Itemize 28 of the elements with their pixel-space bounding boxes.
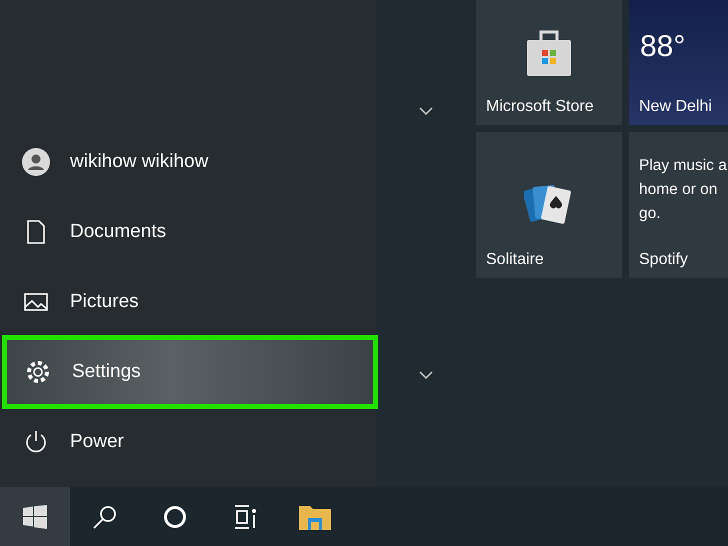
user-avatar-icon [22,148,50,176]
temperature: 88° [640,30,686,64]
chevron-down-icon[interactable] [419,106,433,116]
weather-tile[interactable]: 88° New Delhi [629,0,728,125]
app-tile[interactable]: Microsoft Store [476,0,622,125]
menu-item[interactable]: Pictures [0,267,376,337]
menu-item[interactable]: Settings [2,335,378,409]
tile-label: New Delhi [639,98,713,116]
tile-label: Solitaire [486,251,545,269]
app-tile[interactable]: Play music a home or on go. Spotify [629,132,728,278]
menu-item[interactable]: wikihow wikihow [0,127,376,197]
task-view-icon [232,504,258,530]
tile-description: go. [639,204,662,224]
shopping-bag-icon [525,28,573,78]
menu-item[interactable]: Power [0,407,376,477]
tile-label: Microsoft Store [486,98,595,116]
tile-description: Play music a [639,156,727,176]
folder-icon [299,504,331,530]
menu-item[interactable]: Documents [0,197,376,267]
windows-logo-icon [23,504,47,528]
circle-icon [163,504,187,528]
app-tile[interactable]: Solitaire [476,132,622,278]
taskbar-button[interactable] [0,487,70,546]
tile-label: Spotify [639,251,689,269]
settings-icon [24,358,52,386]
tile-description: home or on [639,180,718,200]
chevron-down-icon[interactable] [419,370,433,380]
search-icon [92,504,118,530]
